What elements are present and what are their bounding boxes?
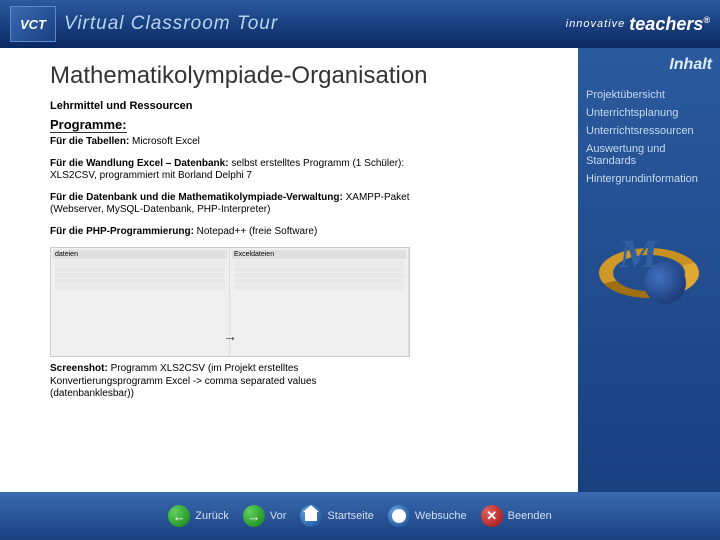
sidebar-item-projektuebersicht[interactable]: Projektübersicht <box>586 86 712 104</box>
page-title: Mathematikolympiade-Organisation <box>50 62 568 90</box>
websearch-button[interactable]: Websuche <box>388 505 467 527</box>
forward-button[interactable]: → Vor <box>243 505 287 527</box>
arrow-icon: → <box>223 328 237 344</box>
close-icon: ✕ <box>481 505 503 527</box>
para-php: Für die PHP-Programmierung: Notepad++ (f… <box>50 226 410 239</box>
mo-logo: M <box>594 218 704 328</box>
section-heading: Lehrmittel und Ressourcen <box>50 100 568 112</box>
embedded-screenshot: dateien Exceldateien → <box>50 247 410 357</box>
vct-logo: VCT <box>10 6 56 42</box>
home-icon <box>300 505 322 527</box>
websearch-label: Websuche <box>415 510 467 522</box>
sidebar-title: Inhalt <box>586 56 712 74</box>
sidebar-item-unterrichtsressourcen[interactable]: Unterrichtsressourcen <box>586 122 712 140</box>
sidebar-item-auswertung[interactable]: Auswertung und Standards <box>586 140 712 170</box>
screenshot-caption: Screenshot: Programm XLS2CSV (im Projekt… <box>50 363 390 401</box>
sidebar-item-hintergrund[interactable]: Hintergrundinformation <box>586 170 712 188</box>
main-content: Mathematikolympiade-Organisation Lehrmit… <box>0 48 578 492</box>
teachers-text: teachers® <box>629 14 710 35</box>
sidebar-item-unterrichtsplanung[interactable]: Unterrichtsplanung <box>586 104 712 122</box>
header-title: Virtual Classroom Tour <box>64 13 278 35</box>
header-bar: VCT Virtual Classroom Tour innovative te… <box>0 0 720 48</box>
home-label: Startseite <box>327 510 373 522</box>
forward-label: Vor <box>270 510 287 522</box>
home-button[interactable]: Startseite <box>300 505 373 527</box>
sidebar: Inhalt Projektübersicht Unterrichtsplanu… <box>578 48 720 492</box>
subheading-programme: Programme: <box>50 117 127 133</box>
para-datenbank: Für die Datenbank und die Mathematikolym… <box>50 192 410 217</box>
arrow-right-icon: → <box>243 505 265 527</box>
exit-label: Beenden <box>508 510 552 522</box>
footer-nav: ← Zurück → Vor Startseite Websuche ✕ Bee… <box>0 492 720 540</box>
para-wandlung: Für die Wandlung Excel – Datenbank: selb… <box>50 158 410 183</box>
screenshot-right-label: Exceldateien <box>232 250 406 259</box>
arrow-left-icon: ← <box>168 505 190 527</box>
para-tabellen: Für die Tabellen: Microsoft Excel <box>50 136 410 149</box>
back-button[interactable]: ← Zurück <box>168 505 229 527</box>
globe-icon <box>388 505 410 527</box>
exit-button[interactable]: ✕ Beenden <box>481 505 552 527</box>
innovative-text: innovative <box>566 18 626 30</box>
screenshot-left-label: dateien <box>53 250 227 259</box>
header-brand: innovative teachers® <box>566 14 710 35</box>
back-label: Zurück <box>195 510 229 522</box>
